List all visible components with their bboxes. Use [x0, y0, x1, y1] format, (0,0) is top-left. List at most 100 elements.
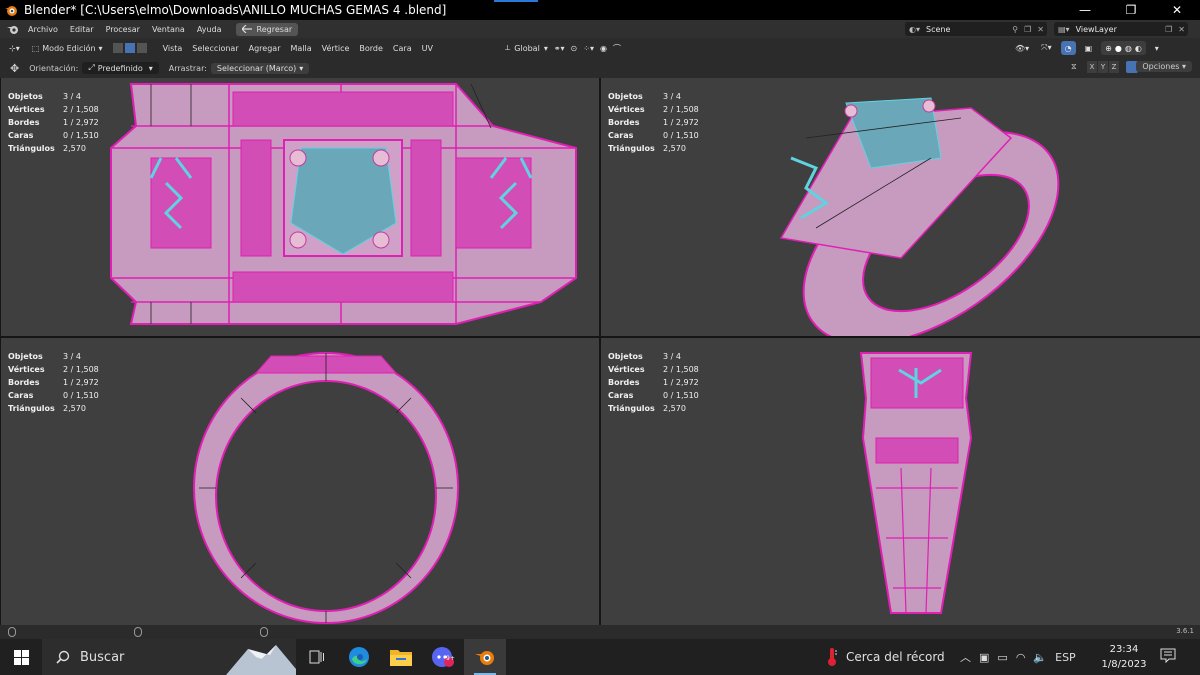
- mouse-middle-icon: [134, 627, 142, 637]
- show-hidden-icons-icon[interactable]: ︿: [960, 649, 971, 665]
- viewport-top-right[interactable]: Objetos 3 / 4 Vértices 2 / 1,508 Bordes 1 /…: [601, 78, 1200, 336]
- mouse-right-icon: [260, 627, 268, 637]
- menu-uv[interactable]: UV: [417, 44, 438, 53]
- overlay-icon: ◔: [1064, 43, 1072, 53]
- clock[interactable]: 23:34 1/8/2023: [1098, 642, 1150, 672]
- menu-seleccionar[interactable]: Seleccionar: [187, 44, 243, 53]
- face-select-button[interactable]: [135, 42, 148, 54]
- taskbar-search[interactable]: Buscar: [42, 639, 296, 675]
- language-indicator[interactable]: ESP: [1055, 651, 1076, 664]
- stat-label: Vértices: [8, 105, 45, 114]
- viewport-bottom-right[interactable]: Objetos 3 / 4 Vértices 2 / 1,508 Bordes 1 /…: [601, 338, 1200, 625]
- stat-label: Caras: [608, 391, 634, 400]
- stat-label: Caras: [8, 131, 34, 140]
- menu-editar[interactable]: Editar: [64, 25, 100, 34]
- stat-label: Vértices: [608, 365, 645, 374]
- blender-app[interactable]: [464, 639, 506, 675]
- editor-type-button[interactable]: ⊹▾: [6, 41, 23, 55]
- mirror-y-toggle[interactable]: Y: [1098, 61, 1108, 73]
- orientation-dropdown[interactable]: ⤢ Predefinido ▾: [82, 62, 159, 74]
- vertex-select-button[interactable]: [111, 42, 124, 54]
- menu-borde[interactable]: Borde: [354, 44, 388, 53]
- solid-shading-icon[interactable]: ●: [1115, 44, 1122, 53]
- start-button[interactable]: [0, 639, 42, 675]
- scene-selector[interactable]: ◐▾ Scene ⚲ ❐ ✕: [905, 22, 1047, 36]
- windows-taskbar: Buscar 9+ Cerca del récord ︿ ▣ ▭ ◠ 🔈 ESP…: [0, 639, 1200, 675]
- drag-dropdown[interactable]: Seleccionar (Marco) ▾: [210, 62, 310, 74]
- material-shading-icon[interactable]: ◍: [1125, 44, 1132, 53]
- transform-tool-icon[interactable]: ✥: [10, 62, 19, 75]
- viewport-stats: Objetos 3 / 4 Vértices 2 / 1,508 Bordes 1 /…: [608, 90, 699, 155]
- stat-value: 3 / 4: [63, 92, 81, 101]
- remove-viewlayer-icon[interactable]: ✕: [1178, 25, 1185, 34]
- viewport-top-left[interactable]: Objetos 3 / 4 Vértices 2 / 1,508 Bordes 1 /…: [1, 78, 599, 336]
- gizmo-toggle[interactable]: ⤧▾: [1038, 41, 1054, 55]
- device-icon[interactable]: ▣: [979, 651, 989, 664]
- menu-vista[interactable]: Vista: [158, 44, 188, 53]
- stat-label: Vértices: [608, 105, 645, 114]
- wireframe-shading-icon[interactable]: ⊕: [1105, 44, 1112, 53]
- discord-app[interactable]: 9+: [422, 639, 464, 675]
- menu-vertice[interactable]: Vértice: [317, 44, 355, 53]
- quad-viewport-area: Objetos 3 / 4 Vértices 2 / 1,508 Bordes 1 /…: [0, 78, 1200, 625]
- stat-value: 2,570: [63, 144, 86, 153]
- viewport-bottom-left[interactable]: Objetos 3 / 4 Vértices 2 / 1,508 Bordes 1 /…: [1, 338, 599, 625]
- menu-procesar[interactable]: Procesar: [100, 25, 146, 34]
- edge-app[interactable]: [338, 639, 380, 675]
- stat-label: Objetos: [608, 352, 643, 361]
- shading-modes: ⊕ ● ◍ ◐: [1101, 41, 1146, 55]
- xray-toggle[interactable]: ▣: [1082, 41, 1096, 55]
- menu-malla[interactable]: Malla: [285, 44, 316, 53]
- blender-icon: [475, 651, 494, 665]
- close-button[interactable]: ✕: [1154, 0, 1200, 20]
- restore-button[interactable]: ❐: [1108, 0, 1154, 20]
- volume-muted-icon[interactable]: 🔈: [1033, 651, 1047, 664]
- system-tray: ︿ ▣ ▭ ◠ 🔈 ESP: [960, 639, 1076, 675]
- back-button[interactable]: Regresar: [235, 22, 299, 36]
- menu-ventana[interactable]: Ventana: [146, 25, 191, 34]
- viewlayer-selector[interactable]: ▤▾ ViewLayer ❐ ✕: [1054, 22, 1188, 36]
- new-scene-icon[interactable]: ❐: [1024, 25, 1031, 34]
- file-explorer-app[interactable]: [380, 639, 422, 675]
- wifi-icon[interactable]: ◠: [1016, 651, 1026, 664]
- shading-options-dropdown[interactable]: ▾: [1152, 41, 1162, 55]
- new-viewlayer-icon[interactable]: ❐: [1165, 25, 1172, 34]
- mode-selector[interactable]: ⬚ Modo Edición ▾: [29, 41, 106, 55]
- rendered-shading-icon[interactable]: ◐: [1135, 44, 1142, 53]
- options-label: Opciones: [1142, 62, 1180, 71]
- stat-label: Bordes: [8, 118, 40, 127]
- mirror-z-toggle[interactable]: Z: [1109, 61, 1119, 73]
- clock-date: 1/8/2023: [1101, 659, 1147, 670]
- task-view-button[interactable]: [296, 639, 338, 675]
- edge-select-button[interactable]: [123, 42, 136, 54]
- snap-target-dropdown[interactable]: ⁘▾: [580, 41, 597, 55]
- minimize-button[interactable]: —: [1062, 0, 1108, 20]
- storage-icon[interactable]: ▭: [997, 651, 1007, 664]
- notifications-button[interactable]: [1160, 647, 1176, 666]
- transform-orientation-dropdown[interactable]: ⟂ Global ▾: [502, 41, 551, 55]
- pivot-point-button[interactable]: ⚭▾: [551, 41, 568, 55]
- scene-name: Scene: [926, 24, 951, 34]
- stat-label: Bordes: [608, 378, 640, 387]
- weather-widget[interactable]: Cerca del récord: [826, 639, 945, 675]
- mirror-x-toggle[interactable]: X: [1087, 61, 1097, 73]
- menu-ayuda[interactable]: Ayuda: [191, 25, 228, 34]
- menu-archivo[interactable]: Archivo: [22, 25, 64, 34]
- status-bar: 3.6.1: [0, 625, 1200, 639]
- options-dropdown[interactable]: Opciones ▾: [1136, 61, 1192, 72]
- falloff-dropdown[interactable]: ⌒: [610, 41, 624, 55]
- overlay-toggle[interactable]: ◔: [1060, 41, 1076, 55]
- menu-agregar[interactable]: Agregar: [244, 44, 286, 53]
- stat-value: 3 / 4: [63, 352, 81, 361]
- search-icon: [56, 650, 70, 664]
- symmetry-icon: ⧖: [1071, 62, 1077, 71]
- stat-value: 0 / 1,510: [663, 391, 699, 400]
- proportional-edit-toggle[interactable]: ◉: [597, 41, 610, 55]
- menu-cara[interactable]: Cara: [388, 44, 417, 53]
- pin-icon[interactable]: ⚲: [1012, 25, 1018, 34]
- drag-value: Seleccionar (Marco): [216, 63, 297, 73]
- remove-scene-icon[interactable]: ✕: [1037, 25, 1044, 34]
- visibility-dropdown[interactable]: 👁▾: [1012, 41, 1032, 55]
- snap-toggle[interactable]: ⊙: [568, 41, 581, 55]
- blender-menu-icon[interactable]: [4, 22, 22, 36]
